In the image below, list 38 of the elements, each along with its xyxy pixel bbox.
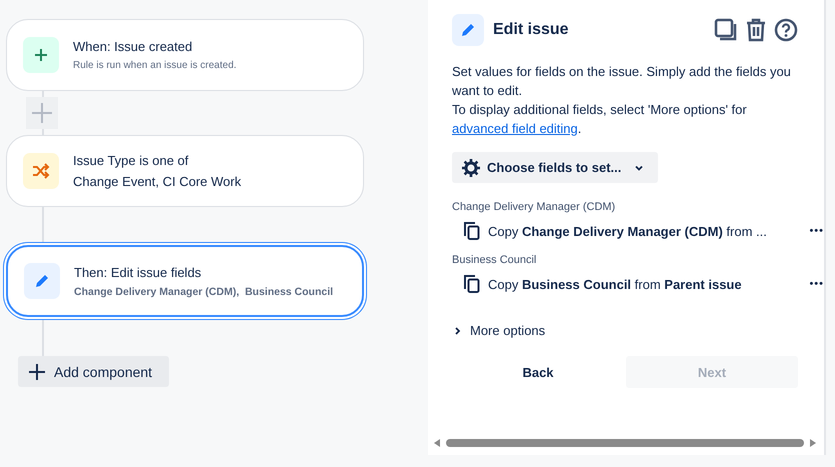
pencil-icon <box>460 22 476 38</box>
scroll-left-icon[interactable] <box>434 439 440 447</box>
duplicate-icon[interactable] <box>714 18 738 42</box>
shuffle-icon <box>32 163 50 179</box>
field-value-text: Copy Change Delivery Manager (CDM) from ... <box>488 224 768 238</box>
pencil-icon <box>34 273 50 289</box>
field-label: Business Council <box>452 254 536 266</box>
copy-icon <box>464 222 480 240</box>
rule-card[interactable]: Then: Edit issue fields Change Delivery Manager (CDM), Business Council <box>6 245 364 317</box>
field-label: Change Delivery Manager (CDM) <box>452 201 616 213</box>
trash-icon[interactable] <box>745 18 767 42</box>
rule-card[interactable]: When: Issue created Rule is run when an issue is created. <box>6 19 364 91</box>
rule-card[interactable]: Issue Type is one of Change Event, CI Core Work <box>6 135 364 207</box>
copy-icon <box>464 275 480 293</box>
chevron-right-icon <box>454 326 462 336</box>
hint-text: To display additional fields, select 'More options' for advanced field editing. <box>452 101 748 138</box>
help-icon[interactable] <box>774 18 798 42</box>
add-step-button[interactable] <box>26 97 58 129</box>
choose-fields-button[interactable]: Choose fields to set... <box>452 152 658 183</box>
more-actions-button[interactable]: ••• <box>809 278 824 290</box>
plus-icon <box>34 48 48 62</box>
more-options-toggle[interactable]: More options <box>452 323 546 338</box>
card-subtitle: Rule is run when an issue is created. <box>73 60 236 71</box>
advanced-editing-link[interactable]: advanced field editing <box>452 121 578 136</box>
description-text: Set values for fields on the issue. Simply add the fields you want to edit. <box>452 63 792 100</box>
horizontal-scrollbar[interactable] <box>434 437 816 449</box>
add-component-button[interactable]: Add component <box>18 356 169 387</box>
gear-icon <box>462 158 480 176</box>
card-title: When: Issue created <box>73 39 194 54</box>
card-title: Issue Type is one of <box>73 153 190 168</box>
card-title: Then: Edit issue fields <box>74 264 202 280</box>
card-subtitle: Change Delivery Manager (CDM), Business Council <box>74 286 334 298</box>
field-value-text: Copy Business Council from Parent issue <box>488 276 743 292</box>
scroll-right-icon[interactable] <box>810 439 816 447</box>
more-actions-button[interactable]: ••• <box>809 225 824 237</box>
plus-icon <box>28 362 46 380</box>
card-subtitle: Change Event, CI Core Work <box>73 174 242 189</box>
panel-title: Edit issue <box>493 21 570 39</box>
